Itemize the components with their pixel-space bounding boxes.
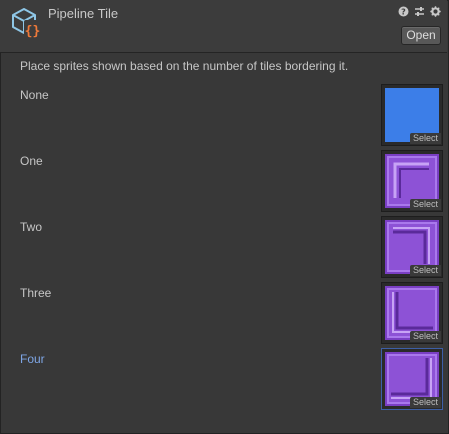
row-label-three: Three: [20, 286, 52, 300]
asset-title: Pipeline Tile: [48, 6, 119, 21]
select-button-one[interactable]: Select: [409, 199, 441, 210]
settings-gear-icon[interactable]: [429, 5, 441, 17]
select-button-four[interactable]: Select: [409, 397, 441, 408]
help-icon[interactable]: ?: [397, 5, 409, 17]
row-label-one: One: [20, 154, 43, 168]
sprite-slot-two[interactable]: Select: [381, 216, 443, 278]
row-label-none: None: [20, 88, 49, 102]
inspector-description: Place sprites shown based on the number …: [20, 59, 349, 73]
inspector-header: {} Pipeline Tile ? Open: [0, 0, 447, 53]
sprite-slot-four[interactable]: Select: [381, 348, 443, 410]
sprite-slot-none[interactable]: Select: [381, 84, 443, 146]
sprite-slot-one[interactable]: Select: [381, 150, 443, 212]
svg-text:?: ?: [401, 7, 406, 16]
select-button-three[interactable]: Select: [409, 331, 441, 342]
row-label-two: Two: [20, 220, 43, 234]
scriptable-tile-asset-icon: {}: [12, 8, 41, 39]
open-button[interactable]: Open: [401, 26, 441, 45]
sprite-slot-three[interactable]: Select: [381, 282, 443, 344]
svg-text:{}: {}: [25, 24, 41, 39]
select-button-none[interactable]: Select: [409, 133, 441, 144]
header-icon-group: ?: [397, 5, 441, 17]
select-button-two[interactable]: Select: [409, 265, 441, 276]
row-label-four: Four: [20, 352, 45, 366]
preset-sliders-icon[interactable]: [413, 5, 425, 17]
